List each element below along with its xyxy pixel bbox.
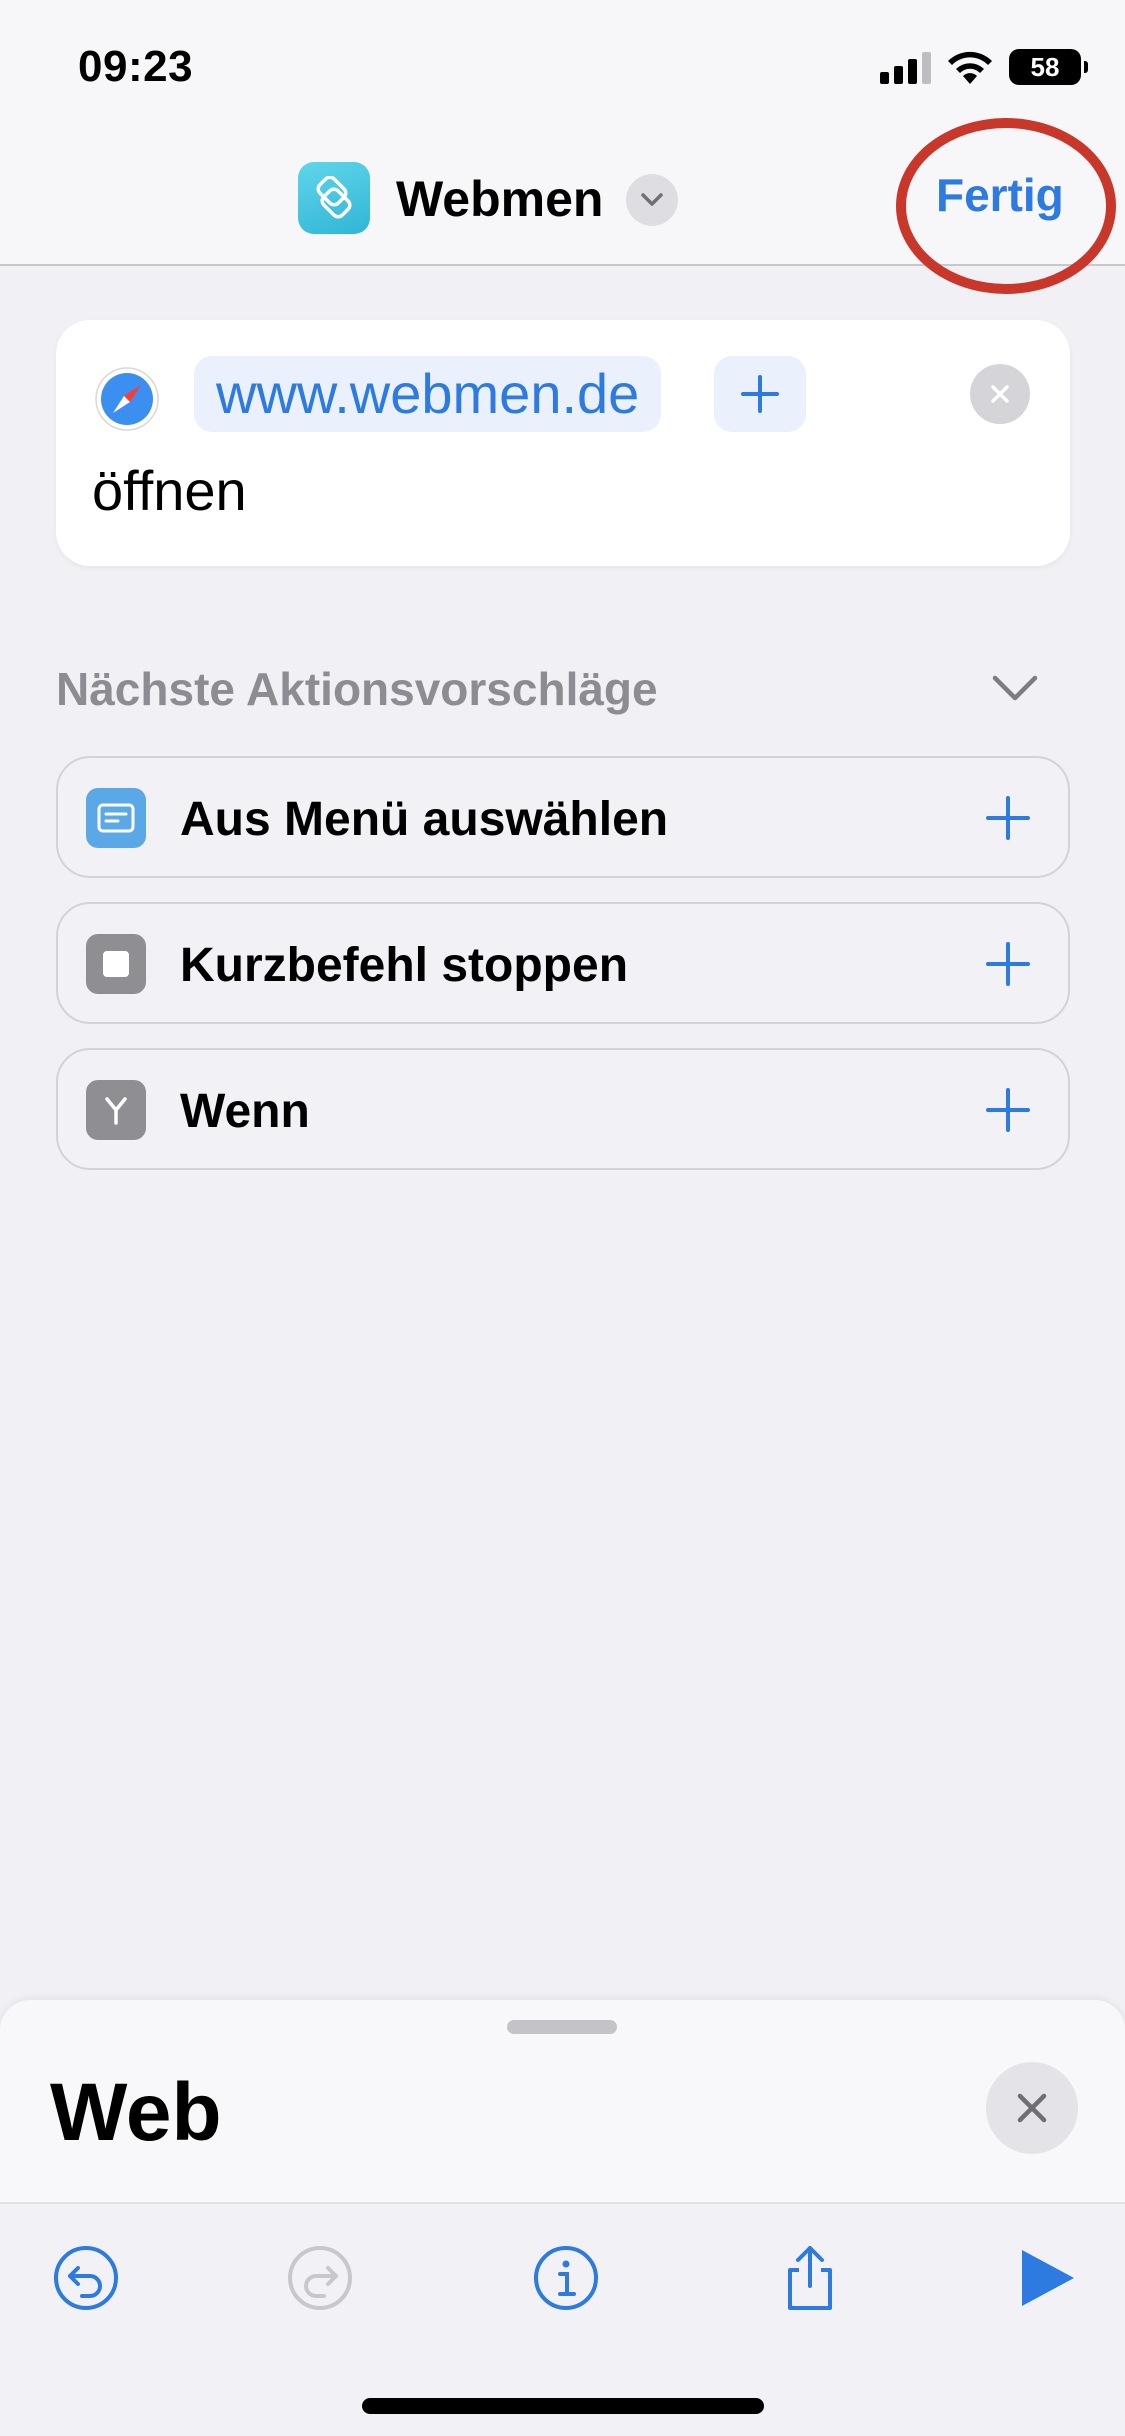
suggestion-item-choose-from-menu[interactable]: Aus Menü auswählen [56, 756, 1070, 878]
suggestion-item-stop-shortcut[interactable]: Kurzbefehl stoppen [56, 902, 1070, 1024]
shortcut-title[interactable]: Webmen [396, 170, 603, 228]
undo-icon [54, 2246, 118, 2310]
stop-icon [86, 934, 146, 994]
info-icon [534, 2246, 598, 2310]
safari-compass-icon [95, 367, 159, 431]
info-button[interactable] [528, 2240, 604, 2316]
plus-icon [986, 942, 1030, 986]
status-time: 09:23 [78, 42, 194, 91]
home-indicator[interactable] [362, 2398, 764, 2414]
annotation-circle [896, 118, 1116, 294]
branch-icon [86, 1080, 146, 1140]
close-sheet-button[interactable] [986, 2062, 1078, 2154]
redo-button[interactable] [282, 2240, 358, 2316]
close-icon [991, 385, 1009, 403]
play-icon [1022, 2250, 1074, 2306]
plus-icon [986, 1088, 1030, 1132]
remove-action-button[interactable] [970, 364, 1030, 424]
url-parameter-token[interactable]: www.webmen.de [194, 356, 662, 432]
undo-button[interactable] [48, 2240, 124, 2316]
suggestions-header: Nächste Aktionsvorschläge [56, 663, 658, 715]
battery-indicator: 58 [1009, 49, 1088, 85]
action-search-sheet[interactable]: Web [0, 2000, 1125, 2436]
run-button[interactable] [1010, 2240, 1086, 2316]
chevron-down-icon [641, 193, 663, 206]
layers-icon [316, 176, 352, 219]
status-bar: 09:23 58 [0, 0, 1125, 140]
close-icon [1017, 2093, 1047, 2123]
share-button[interactable] [772, 2240, 848, 2316]
action-verb: öffnen [92, 459, 247, 522]
plus-icon [741, 375, 779, 413]
shortcut-app-icon[interactable] [298, 162, 370, 234]
sheet-grabber[interactable] [507, 2020, 617, 2034]
add-suggestion-button[interactable] [978, 1080, 1038, 1140]
add-suggestion-button[interactable] [978, 788, 1038, 848]
suggestion-label: Wenn [180, 1085, 310, 1138]
plus-icon [986, 796, 1030, 840]
cellular-signal-icon [880, 50, 931, 84]
status-icons: 58 [880, 48, 1088, 86]
redo-icon [288, 2246, 352, 2310]
sheet-title: Web [50, 2067, 222, 2158]
share-icon [788, 2246, 832, 2310]
suggestion-item-if[interactable]: Wenn [56, 1048, 1070, 1170]
add-url-button[interactable] [714, 356, 806, 432]
chevron-down-icon[interactable] [990, 668, 1040, 708]
add-suggestion-button[interactable] [978, 934, 1038, 994]
suggestion-label: Aus Menü auswählen [180, 793, 669, 846]
menu-list-icon [86, 788, 146, 848]
suggestion-label: Kurzbefehl stoppen [180, 939, 629, 992]
open-url-action-card[interactable]: www.webmen.de öffnen [56, 320, 1070, 566]
title-menu-button[interactable] [626, 174, 678, 226]
wifi-icon [948, 51, 992, 84]
